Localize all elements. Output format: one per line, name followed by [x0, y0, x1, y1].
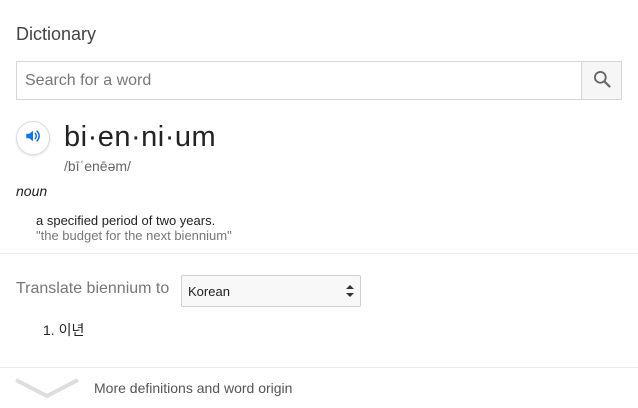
- section-divider: [0, 253, 638, 254]
- more-definitions-label: More definitions and word origin: [94, 380, 293, 396]
- dictionary-card: Dictionary bi·en·ni·um /bīˈenēəm/ noun a…: [0, 0, 638, 408]
- headword: bi·en·ni·um: [64, 121, 217, 153]
- search-icon: [592, 69, 612, 92]
- dictionary-title: Dictionary: [16, 24, 97, 44]
- language-select[interactable]: Korean: [181, 275, 361, 307]
- part-of-speech: noun: [16, 183, 48, 199]
- search-input[interactable]: [17, 62, 581, 99]
- more-definitions-button[interactable]: More definitions and word origin: [0, 368, 638, 408]
- translation-result: 1. 이년: [43, 322, 85, 338]
- chevron-down-icon: [14, 376, 80, 405]
- translate-label: Translate biennium to: [16, 280, 170, 297]
- search-bar: [16, 61, 622, 100]
- pronunciation-audio-button[interactable]: [16, 121, 50, 155]
- phonetic-spelling: /bīˈenēəm/: [64, 158, 131, 174]
- select-arrows-icon: [346, 284, 354, 298]
- search-button[interactable]: [581, 62, 621, 99]
- speaker-icon: [24, 127, 42, 150]
- example-sentence: "the budget for the next biennium": [36, 228, 232, 243]
- definition-text: a specified period of two years.: [36, 213, 216, 228]
- selected-language: Korean: [188, 283, 230, 299]
